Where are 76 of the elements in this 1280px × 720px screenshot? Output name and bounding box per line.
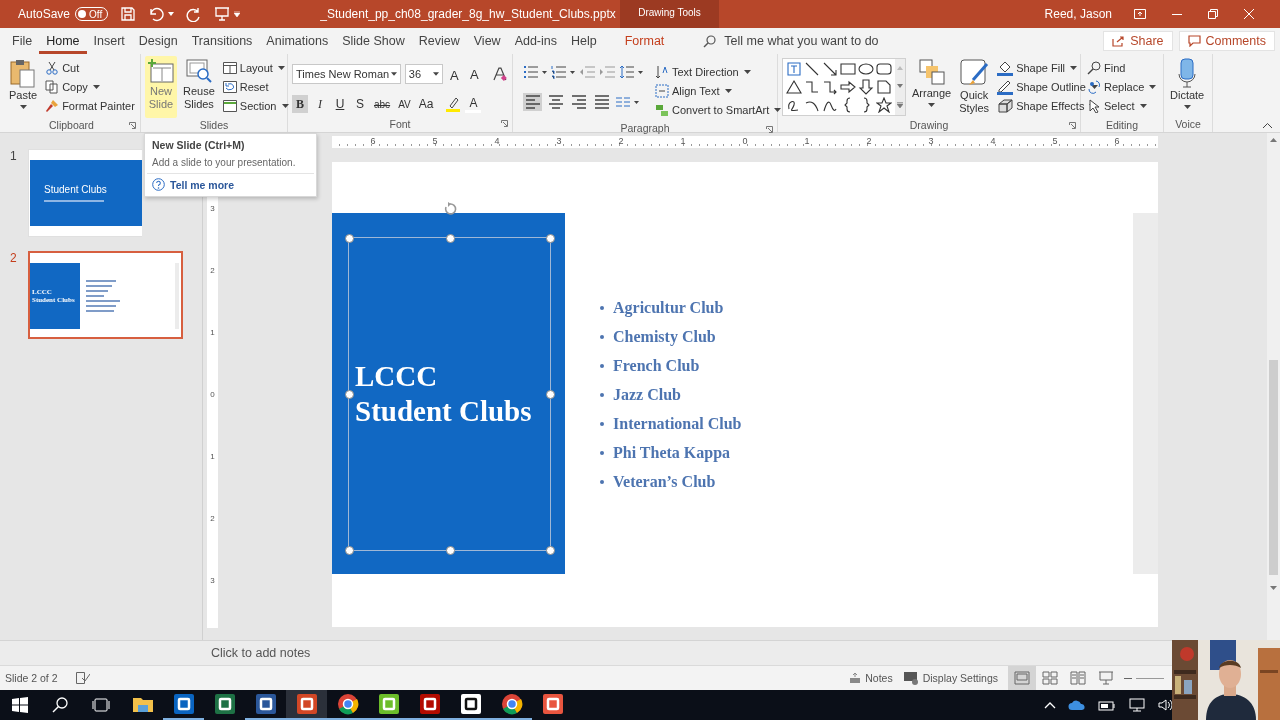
tooltip-title: New Slide (Ctrl+M) bbox=[151, 139, 246, 151]
new-slide-button[interactable]: New Slide bbox=[145, 56, 177, 118]
bullet-text: International Club bbox=[613, 414, 742, 433]
slide-counter: Slide 2 of 2 bbox=[5, 672, 58, 684]
bold-button[interactable]: B bbox=[292, 95, 308, 113]
italic-button[interactable]: I bbox=[312, 95, 328, 113]
ribbon-tab[interactable]: Add-ins bbox=[507, 28, 564, 54]
slide-number: 2 bbox=[10, 251, 18, 267]
ribbon-tab[interactable]: Slide Show bbox=[335, 28, 412, 54]
replace-button[interactable]: Replace bbox=[1085, 77, 1159, 96]
change-case-button[interactable]: Aa bbox=[416, 95, 436, 113]
bullet-text: Jazz Club bbox=[613, 385, 681, 404]
file-name: _Student_pp_ch08_grader_8g_hw_Student_Clubs.pptx bbox=[320, 7, 617, 21]
notes-button[interactable]: Notes bbox=[849, 672, 893, 684]
bullet-text: Chemisty Club bbox=[613, 327, 716, 346]
increase-font-size-button[interactable]: A bbox=[446, 64, 463, 84]
autosave-label: AutoSave bbox=[18, 7, 71, 21]
shape-outline-button[interactable]: Shape Outline bbox=[995, 77, 1100, 96]
bullet-text: French Club bbox=[613, 356, 700, 375]
dictate-button[interactable]: Dictate bbox=[1168, 56, 1207, 116]
shadow-button[interactable]: S bbox=[352, 95, 368, 113]
paste-button[interactable]: Paste bbox=[7, 56, 40, 118]
bullet-text: Veteran’s Club bbox=[613, 472, 716, 491]
format-painter-button[interactable]: Format Painter bbox=[43, 96, 137, 115]
share-button[interactable]: Share bbox=[1103, 31, 1173, 51]
underline-button[interactable]: U bbox=[332, 95, 348, 113]
convert-smartart-button[interactable]: Convert to SmartArt bbox=[653, 100, 784, 119]
group-label: Voice bbox=[1175, 118, 1201, 130]
thumbnail-title: Student Clubs bbox=[44, 184, 107, 195]
tooltip-description: Add a slide to your presentation. bbox=[151, 156, 297, 170]
tell-me-more-link[interactable]: Tell me more bbox=[170, 178, 234, 191]
section-button[interactable]: Section bbox=[220, 96, 291, 115]
quick-styles-button[interactable]: Quick Styles bbox=[957, 56, 992, 118]
slide-thumbnail[interactable]: Student Clubs bbox=[28, 149, 142, 237]
layout-button[interactable]: Layout bbox=[220, 58, 291, 77]
ribbon-tab[interactable]: Transitions bbox=[184, 28, 260, 54]
slide-number: 1 bbox=[10, 149, 18, 165]
align-text-button[interactable]: Align Text bbox=[653, 81, 784, 100]
group-label: Paragraph bbox=[620, 122, 670, 134]
ribbon-tab[interactable]: View bbox=[466, 28, 508, 54]
decrease-font-size-button[interactable]: A bbox=[466, 66, 483, 82]
group-label: Drawing bbox=[909, 119, 949, 131]
context-tab-label: Drawing Tools bbox=[620, 0, 719, 28]
notes-placeholder[interactable]: Click to add notes bbox=[211, 646, 311, 660]
shape-fill-button[interactable]: Shape Fill bbox=[995, 58, 1100, 77]
horizontal-ruler: 6 5 4 3 2 1 0 1 2 3 4 5 6 bbox=[332, 136, 1158, 148]
cut-button[interactable]: Cut bbox=[43, 58, 137, 77]
comments-button[interactable]: Comments bbox=[1178, 31, 1275, 51]
reset-button[interactable]: Reset bbox=[220, 77, 291, 96]
copy-button[interactable]: Copy bbox=[43, 77, 137, 96]
font-color-button[interactable]: A bbox=[465, 95, 482, 113]
ribbon-tab[interactable]: Format bbox=[617, 28, 672, 54]
ribbon-tab[interactable]: Design bbox=[131, 28, 185, 54]
spacing-button[interactable]: AV bbox=[396, 95, 413, 113]
title-text-box[interactable]: LCCC Student Clubs bbox=[349, 238, 550, 550]
ribbon-tab[interactable]: Review bbox=[411, 28, 467, 54]
group-label: Font bbox=[389, 118, 411, 130]
font-name-field[interactable]: Times New Roman bbox=[292, 64, 401, 84]
ribbon-tab[interactable]: File bbox=[5, 28, 40, 54]
ribbon-tab[interactable]: Insert bbox=[86, 28, 132, 54]
user-name[interactable]: Reed, Jason bbox=[1044, 7, 1112, 21]
bullet-text: Phi Theta Kappa bbox=[613, 443, 731, 462]
ribbon-tab[interactable]: Animations bbox=[259, 28, 336, 54]
display-settings-button[interactable]: Display Settings bbox=[902, 671, 998, 685]
search-field[interactable]: Tell me what you want to do bbox=[722, 33, 957, 49]
bullet-text: Agricultur Club bbox=[613, 298, 724, 317]
group-label: Slides bbox=[199, 119, 229, 131]
font-size-field[interactable]: 36 bbox=[404, 64, 443, 84]
arrange-button[interactable]: Arrange bbox=[910, 56, 954, 118]
ribbon-tab[interactable]: Help bbox=[564, 28, 604, 54]
reuse-slides-button[interactable]: Reuse Slides bbox=[181, 56, 217, 118]
slide-title: LCCC Student Clubs bbox=[355, 359, 532, 429]
strikethrough-button[interactable]: abc bbox=[372, 95, 393, 113]
group-label: Clipboard bbox=[49, 119, 94, 131]
group-label: Editing bbox=[1105, 119, 1139, 131]
text-direction-button[interactable]: Text Direction bbox=[653, 62, 784, 81]
